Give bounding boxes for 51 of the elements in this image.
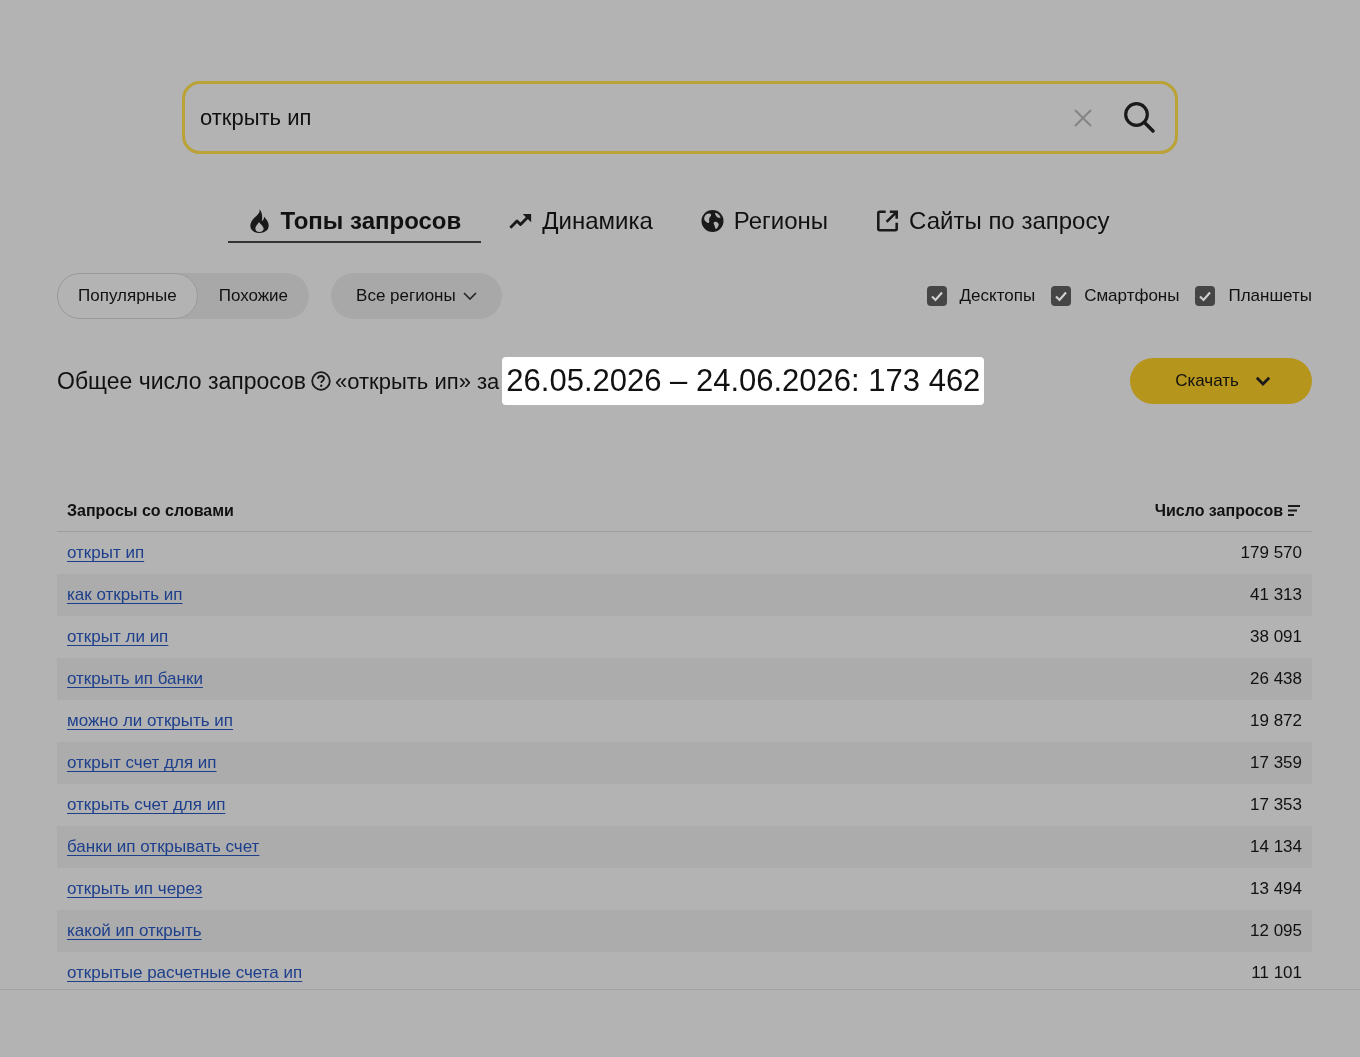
device-checkbox[interactable]: Десктопы (926, 283, 1036, 309)
count-cell-text: 41 313 (1250, 584, 1302, 607)
tab[interactable]: Регионы (680, 205, 849, 243)
download-button[interactable]: Скачать (1130, 358, 1312, 404)
checkbox-icon[interactable] (1051, 286, 1072, 306)
search-bar[interactable]: открыть ип (182, 81, 1178, 154)
query-link[interactable]: открыт ип (67, 540, 145, 566)
count-cell-text: 11 101 (1251, 962, 1302, 985)
device-checkbox[interactable]: Планшеты (1195, 283, 1312, 309)
query-link[interactable]: открыть ип банки (67, 666, 203, 692)
column-header: Число запросов (1154, 500, 1283, 521)
flame-icon (247, 209, 271, 233)
query-link[interactable]: открыт ли ип (67, 624, 169, 650)
count-cell-text: 14 134 (1250, 836, 1302, 859)
count-cell-text: 17 359 (1250, 752, 1302, 775)
count-cell-text: 38 091 (1250, 626, 1302, 649)
search-input[interactable]: открыть ип (200, 102, 1074, 133)
external-link-icon (876, 209, 900, 233)
column-header: Запросы со словами (67, 500, 234, 521)
chevron-down-icon (462, 292, 477, 300)
count-cell-text: 17 353 (1250, 794, 1302, 817)
query-link[interactable]: можно ли открыть ип (67, 708, 234, 734)
device-checkbox[interactable]: Смартфоны (1051, 283, 1180, 309)
help-icon[interactable] (311, 371, 332, 391)
query-link[interactable]: открытые расчетные счета ип (67, 960, 303, 986)
count-cell-text: 179 570 (1240, 542, 1302, 565)
tab[interactable]: Динамика (489, 205, 673, 243)
highlighted-total: 26.05.2026 – 24.06.2026: 173 462 (502, 357, 985, 405)
count-cell-text: 26 438 (1250, 668, 1302, 691)
query-link[interactable]: открыть ип через (67, 876, 203, 902)
count-cell-text: 12 095 (1250, 920, 1302, 943)
count-cell-text: 19 872 (1250, 710, 1302, 733)
count-cell-text: 13 494 (1250, 878, 1302, 901)
globe-icon (700, 209, 724, 233)
query-link[interactable]: какой ип открыть (67, 918, 202, 944)
mode-tab[interactable]: Похожие (197, 273, 310, 319)
query-link[interactable]: как открыть ип (67, 582, 183, 608)
tab[interactable]: Сайты по запросу (856, 205, 1130, 243)
query-link[interactable]: банки ип открывать счет (67, 834, 260, 860)
region-dropdown[interactable]: Все регионы (331, 273, 502, 319)
chevron-down-icon (1254, 376, 1271, 386)
checkbox-icon[interactable] (926, 286, 947, 306)
tab[interactable]: Топы запросов (227, 205, 482, 243)
checkbox-icon[interactable] (1195, 286, 1216, 306)
mode-tab[interactable]: Популярные (57, 273, 198, 319)
sort-icon[interactable] (1288, 505, 1300, 516)
summary-query: «открыть ип» за (335, 367, 500, 396)
query-link[interactable]: открыт счет для ип (67, 750, 217, 776)
summary-label: Общее число запросов (57, 366, 307, 396)
query-link[interactable]: открыть счет для ип (67, 792, 226, 818)
search-icon[interactable] (1124, 102, 1155, 133)
